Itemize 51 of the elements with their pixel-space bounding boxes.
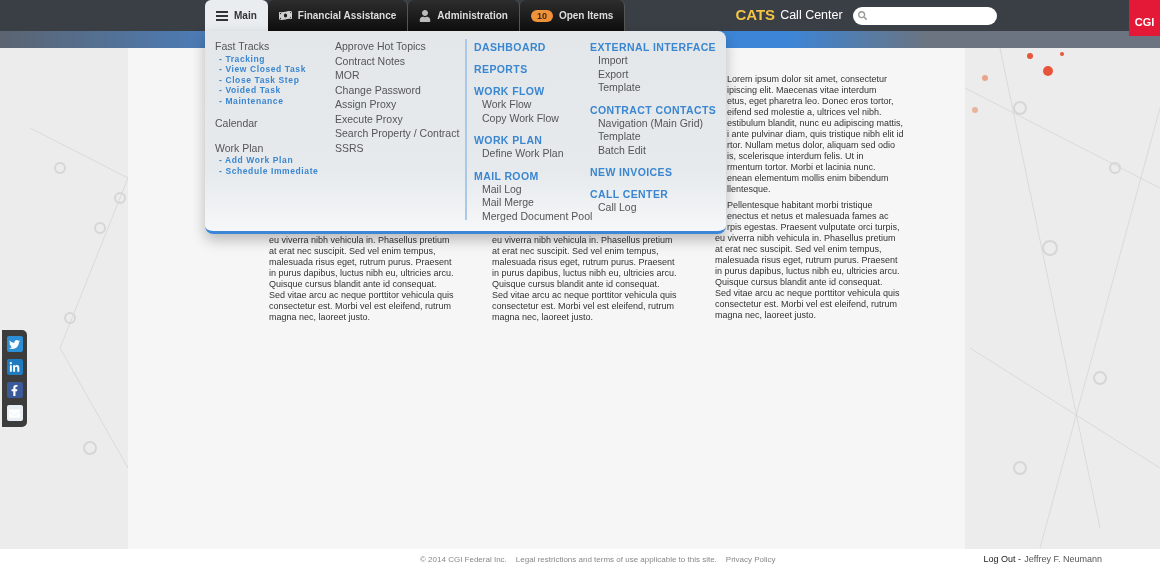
logo: CGI xyxy=(1129,0,1160,36)
menu-item[interactable]: Change Password xyxy=(335,82,465,97)
menu-heading[interactable]: CALL CENTER xyxy=(590,187,669,201)
menu-item[interactable]: Navigation (Main Grid) xyxy=(590,116,722,130)
body-paragraph: Pellentesque habitant morbi tristique enectus et netus et malesuada fames ac rpis egestas. Praesent vulputate orci turpis, eu viverra nibh vehicula in. Phasellus pretium at erat nec suscipit. Sed vel enim tempus, malesuada risus eget, rutrum purus. Praesent in purus dapibus, luctus nibh eu, ultricies arcu. Quisque cursus blandit ante id consequat. Sed vitae arcu ac neque porttitor vehicula quis consectetur est. Morbi vel est eleifend, rutrum magna nec, laoreet justo. xyxy=(715,200,901,321)
person-icon xyxy=(419,9,432,22)
copyright-text: © 2014 CGI Federal Inc. xyxy=(420,554,507,566)
search-field[interactable] xyxy=(852,6,997,25)
menu-item[interactable]: Approve Hot Topics xyxy=(335,39,465,54)
menu-item[interactable]: MOR xyxy=(335,68,465,83)
search-icon xyxy=(857,11,867,20)
menu-item[interactable]: Copy Work Flow xyxy=(474,111,590,125)
logout-link[interactable]: Log Out - xyxy=(983,553,1022,567)
menu-heading[interactable]: MAIL ROOM xyxy=(474,168,539,183)
user-name: Jeffrey F. Neumann xyxy=(1024,553,1102,567)
menu-item[interactable]: Assign Proxy xyxy=(335,97,465,112)
nav-tab[interactable]: Administration xyxy=(408,0,520,31)
menu-item[interactable]: Search Property / Contract xyxy=(335,126,465,141)
brand-title: Call Center xyxy=(780,7,843,25)
menu-item[interactable]: Template xyxy=(590,130,722,144)
legal-link[interactable]: Legal restrictions and terms of use applicable to this site. xyxy=(515,554,717,566)
body-paragraph: eu viverra nibh vehicula in. Phasellus pretium at erat nec suscipit. Sed vel enim tempus, malesuada risus eget, rutrum purus. Praesent in purus dapibus, luctus nibh eu, ultricies arcu. Quisque cursus blandit ante id consequat. Sed vitae arcu ac neque porttitor vehicula quis consectetur est. Morbi vel est eleifend, rutrum magna nec, laoreet justo. xyxy=(269,235,455,323)
email-icon[interactable] xyxy=(6,405,23,421)
menu-icon xyxy=(216,10,228,21)
brand-accent: CATS xyxy=(735,5,776,26)
nav-tab[interactable]: 10 Open Items xyxy=(519,0,626,31)
menu-item[interactable]: Mail Log xyxy=(474,182,590,196)
menu-item[interactable]: Contract Notes xyxy=(335,53,465,68)
menu-item[interactable]: Mail Merge xyxy=(474,196,590,210)
nav-tab[interactable]: Financial Assistance xyxy=(267,0,409,31)
menu-item[interactable]: Import xyxy=(590,54,722,68)
menu-item[interactable]: Work Plan xyxy=(215,140,335,155)
menu-item[interactable]: Calendar xyxy=(215,116,335,131)
twitter-icon[interactable] xyxy=(6,336,23,352)
menu-item[interactable]: Export xyxy=(590,67,722,81)
facebook-icon[interactable] xyxy=(6,382,23,398)
cash-icon xyxy=(278,9,292,22)
nav-tab[interactable]: Main xyxy=(205,0,268,31)
linkedin-icon[interactable] xyxy=(6,359,23,375)
privacy-link[interactable]: Privacy Policy xyxy=(725,554,776,566)
body-paragraph: eu viverra nibh vehicula in. Phasellus pretium at erat nec suscipit. Sed vel enim tempus, malesuada risus eget, rutrum purus. Praesent in purus dapibus, luctus nibh eu, ultricies arcu. Quisque cursus blandit ante id consequat. Sed vitae arcu ac neque porttitor vehicula quis consectetur est. Morbi vel est eleifend, rutrum magna nec, laoreet justo. xyxy=(492,235,678,323)
menu-item[interactable]: Work Flow xyxy=(474,98,590,112)
menu-item[interactable]: Fast Tracks xyxy=(215,39,335,54)
menu-item[interactable]: Define Work Plan xyxy=(474,147,590,161)
menu-item[interactable]: Execute Proxy xyxy=(335,111,465,126)
menu-item[interactable]: Merged Document Pool xyxy=(474,209,590,223)
menu-item[interactable]: SSRS xyxy=(335,140,465,155)
menu-item[interactable]: Batch Edit xyxy=(590,143,722,157)
body-paragraph: Lorem ipsum dolor sit amet, consectetur ipiscing elit. Maecenas vitae interdum etus, eget pharetra leo. Donec eros tortor, eifend sed molestie a, ultrices vel nibh. estibulum blandit, nunc eu adipiscing mattis, i ante pulvinar diam, quis tristique nibh elit id rtor. Nullam metus dolor, aliquam sed odio is, scelerisque interdum felis. Ut in rmentum tortor. Morbi et lacinia nunc. enean elementum mollis enim bibendum llentesque. xyxy=(726,74,905,195)
count-badge: 10 xyxy=(530,9,553,22)
menu-item[interactable]: Template xyxy=(590,81,722,95)
